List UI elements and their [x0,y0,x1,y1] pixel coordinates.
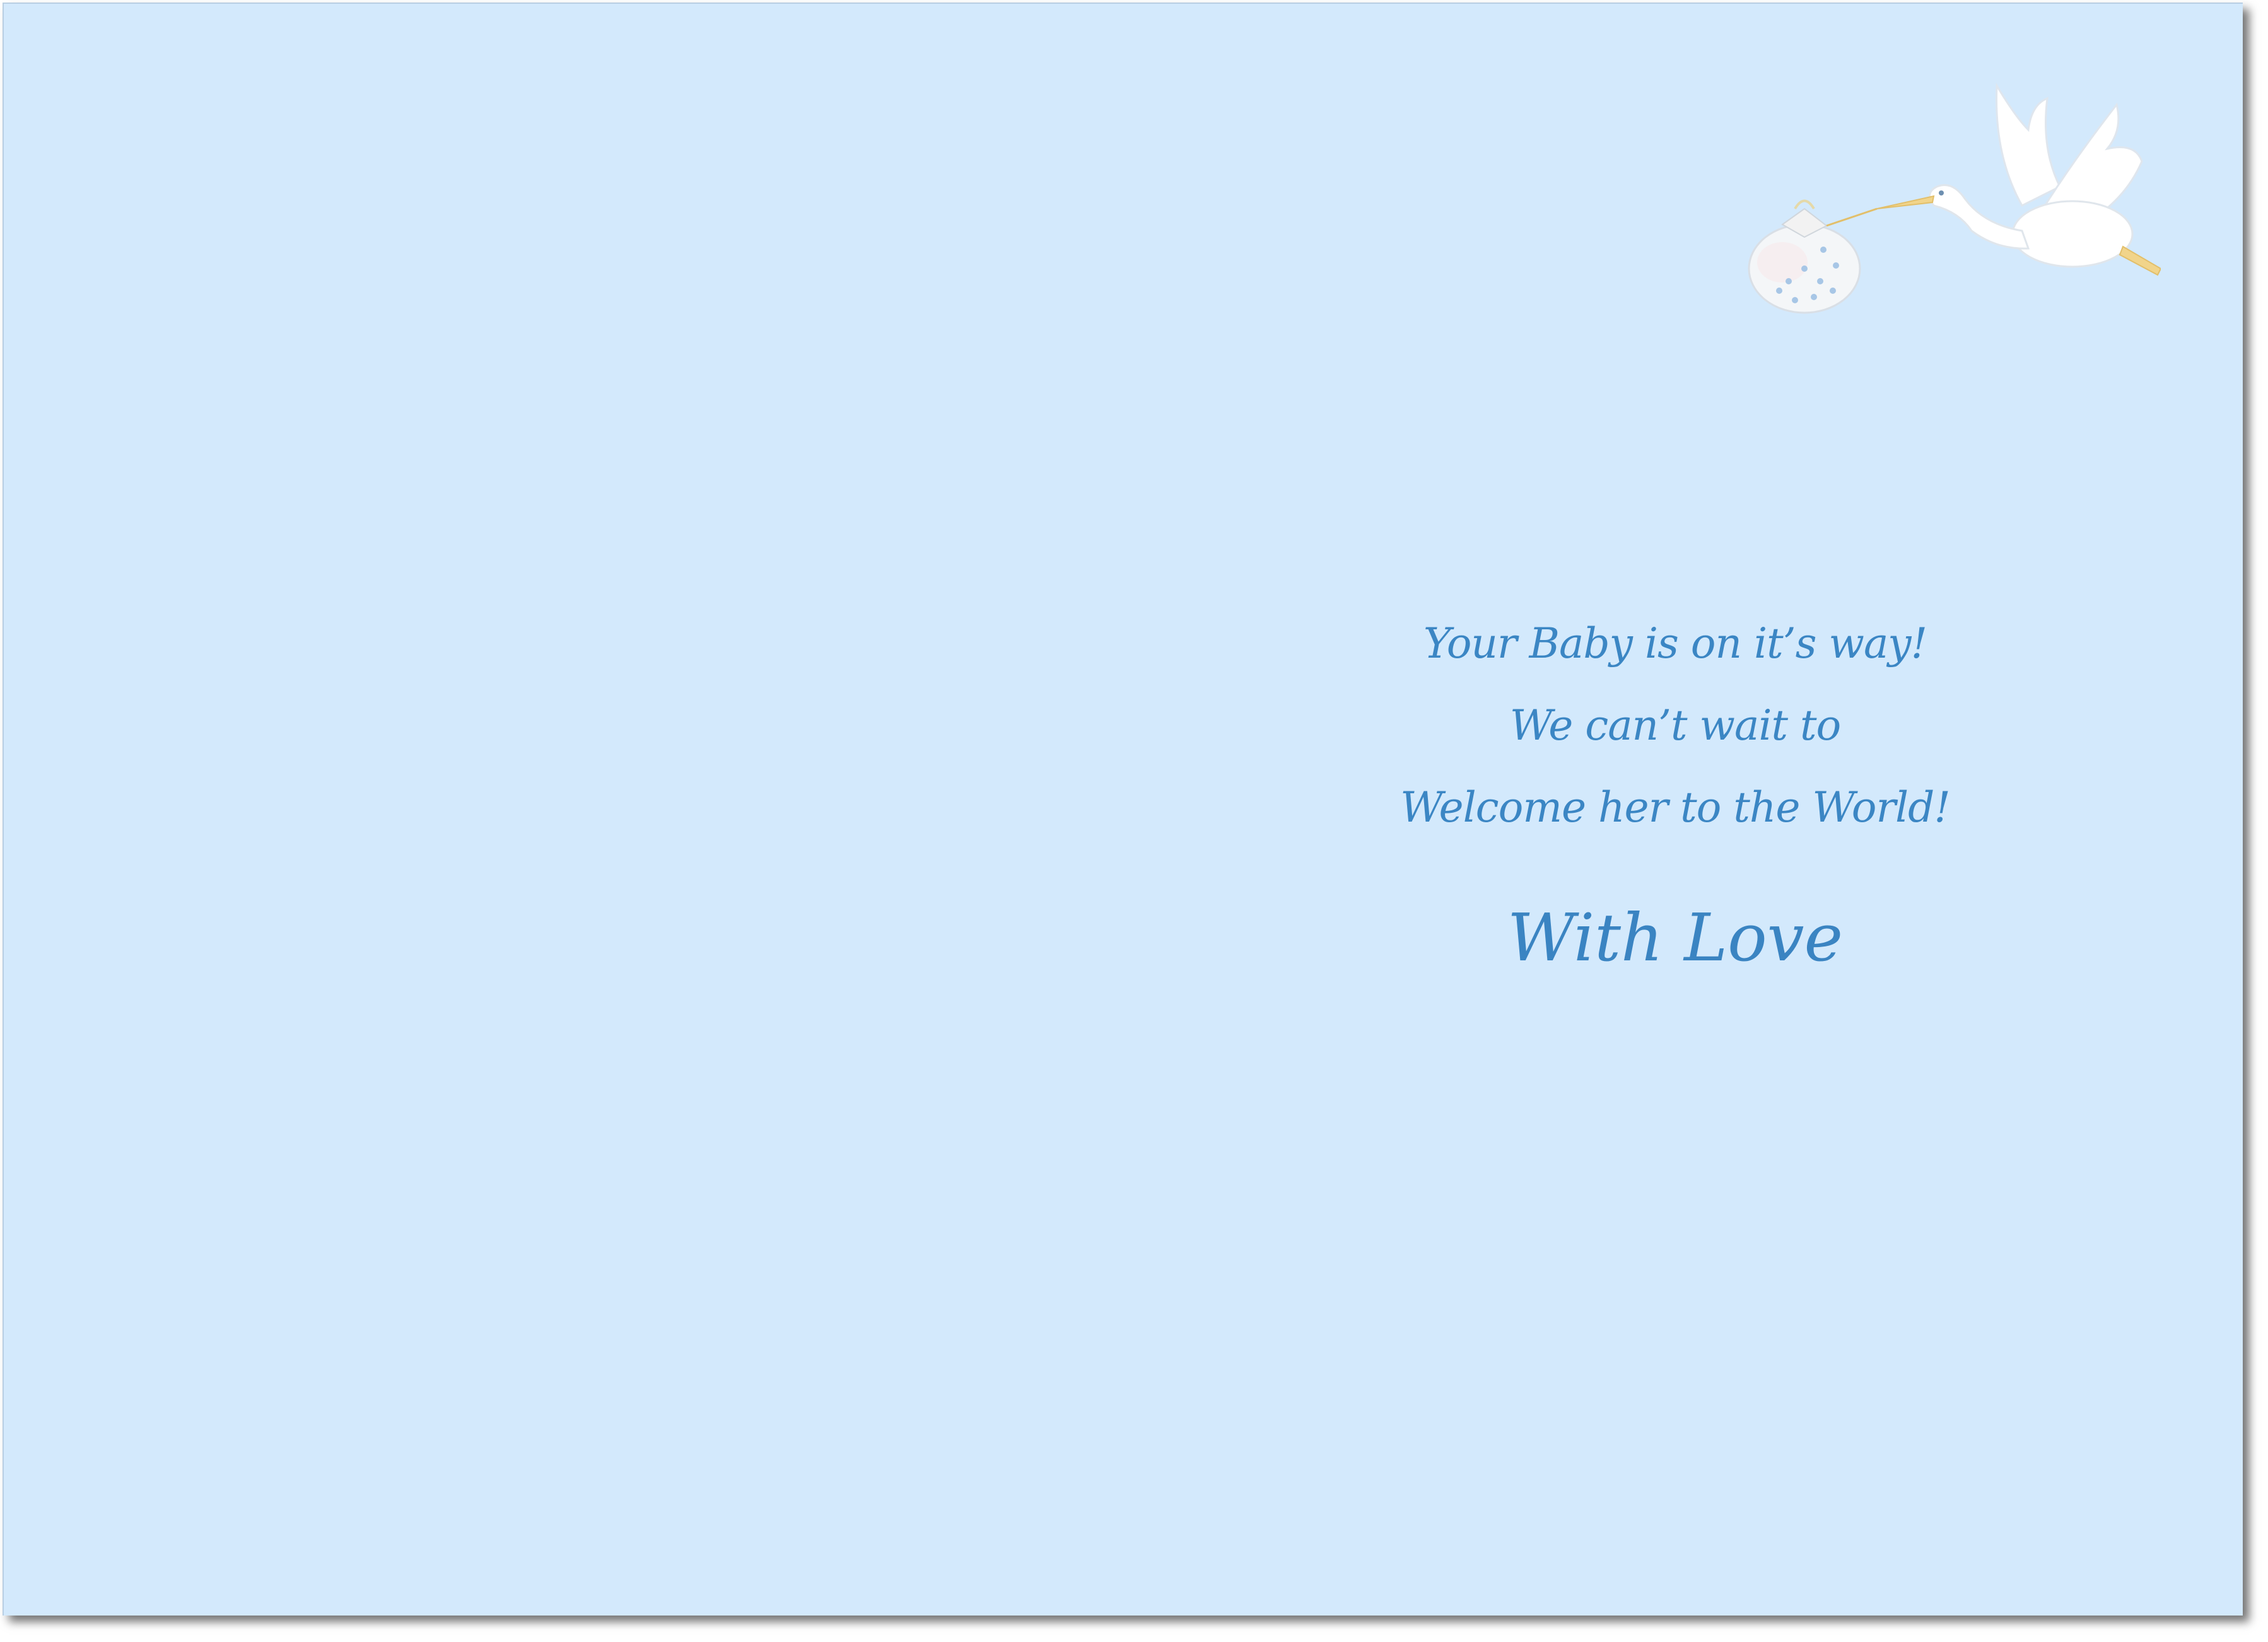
greeting-card-inside: Your Baby is on it’s way! We can’t wait … [3,3,2243,1616]
message-line-3: Welcome her to the World! [1400,783,1951,832]
message-line-1: Your Baby is on it’s way! [1423,619,1927,668]
card-message: Your Baby is on it’s way! We can’t wait … [1366,603,1984,976]
stork-carrying-baby-bundle-icon [1748,82,2161,314]
baby-bundle-icon [1748,199,1861,314]
signoff: With Love [1507,899,1844,976]
message-line-2: We can’t wait to [1509,701,1842,750]
page: Your Baby is on it’s way! We can’t wait … [0,0,2268,1642]
